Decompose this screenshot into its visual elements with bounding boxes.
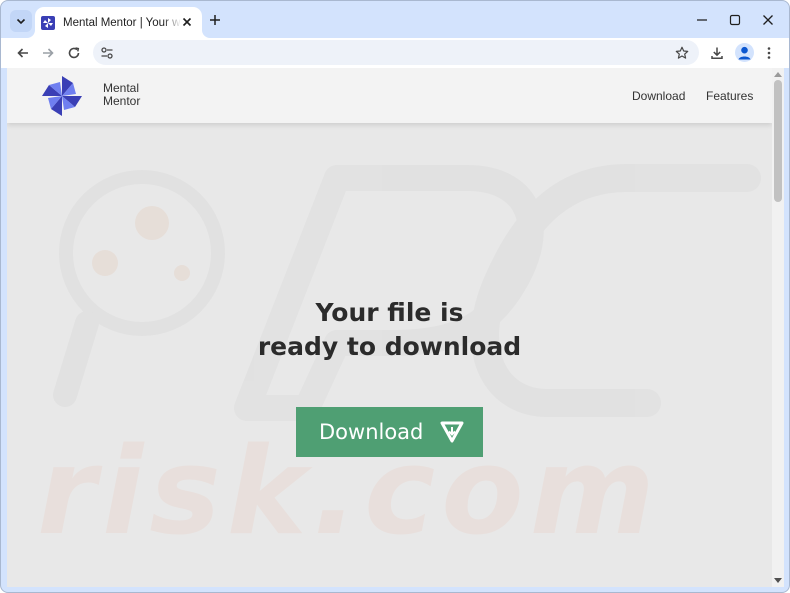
tab-title: Mental Mentor | Your way to happiness — [63, 16, 181, 29]
reload-button[interactable] — [63, 42, 85, 64]
brand-line-2: Mentor — [103, 94, 141, 108]
page-title: Your file is ready to download — [7, 296, 772, 364]
minimize-button[interactable] — [691, 9, 713, 31]
tab-strip: Mental Mentor | Your way to happiness — [1, 1, 789, 38]
download-button-label: Download — [319, 420, 424, 444]
reload-icon — [68, 47, 80, 59]
scroll-thumb[interactable] — [774, 80, 782, 202]
person-icon — [738, 46, 751, 60]
window-close-button[interactable] — [757, 9, 779, 31]
new-tab-button[interactable] — [206, 11, 224, 29]
page-scrollbar[interactable] — [772, 68, 784, 587]
maximize-icon — [729, 14, 741, 26]
chevron-down-icon — [16, 18, 26, 25]
downloads-button[interactable] — [706, 42, 728, 64]
close-icon — [763, 15, 773, 25]
tab-search-button[interactable] — [10, 10, 32, 32]
scroll-up-button[interactable] — [774, 70, 782, 78]
profile-button[interactable] — [735, 43, 754, 62]
triangle-down-icon — [774, 578, 782, 583]
browser-menu-button[interactable] — [758, 42, 780, 64]
more-vertical-icon — [767, 47, 771, 59]
address-input[interactable] — [124, 42, 671, 63]
triangle-down-arrow-icon — [440, 421, 464, 443]
page-viewport: risk.com Mental Mentor Download Features — [7, 68, 772, 587]
triangle-up-icon — [774, 72, 782, 77]
brand-name[interactable]: Mental Mentor — [103, 82, 140, 108]
pinwheel-logo[interactable] — [40, 74, 84, 118]
star-icon — [675, 46, 689, 59]
browser-tab-active[interactable]: Mental Mentor | Your way to happiness — [35, 7, 202, 38]
close-icon — [182, 17, 192, 27]
browser-window: Mental Mentor | Your way to happiness — [0, 0, 790, 593]
site-info-button[interactable] — [96, 42, 118, 64]
forward-button[interactable] — [37, 42, 59, 64]
back-button[interactable] — [12, 42, 34, 64]
page-title-line-2: ready to download — [257, 332, 522, 361]
browser-toolbar — [1, 38, 789, 68]
address-bar[interactable] — [93, 40, 699, 65]
tab-close-button[interactable] — [180, 15, 194, 29]
page-title-line-1: Your file is — [315, 298, 464, 327]
bookmark-button[interactable] — [671, 42, 693, 64]
arrow-left-icon — [17, 48, 28, 58]
nav-link-features[interactable]: Features — [706, 89, 753, 103]
download-icon — [711, 47, 723, 60]
plus-icon — [210, 15, 220, 25]
pinwheel-icon — [41, 15, 55, 30]
download-button[interactable]: Download — [296, 407, 483, 457]
site-header: Mental Mentor Download Features — [7, 68, 772, 123]
scroll-down-button[interactable] — [774, 577, 782, 585]
maximize-button[interactable] — [724, 9, 746, 31]
nav-link-download[interactable]: Download — [632, 89, 685, 103]
tune-icon — [101, 46, 113, 59]
arrow-right-icon — [43, 48, 54, 58]
minimize-icon — [697, 19, 707, 21]
